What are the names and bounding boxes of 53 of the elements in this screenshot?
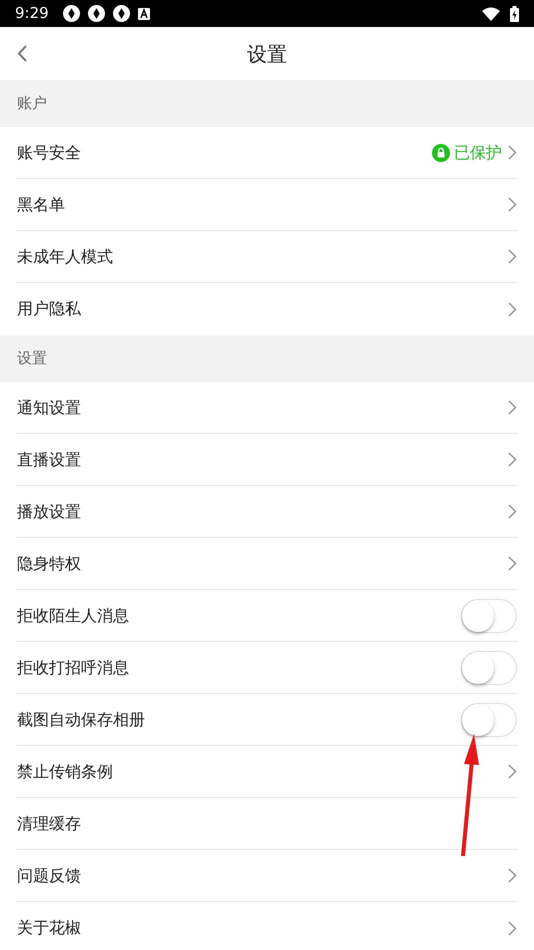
row-label: 账号安全 (17, 142, 81, 164)
chevron-icon (508, 920, 517, 936)
settings-row[interactable]: 账号安全 已保护 (17, 127, 517, 179)
row-label: 问题反馈 (17, 864, 81, 886)
keyboard-icon (138, 8, 150, 20)
settings-row[interactable]: 未成年人模式 (17, 231, 517, 283)
chevron-icon (508, 249, 517, 264)
settings-row[interactable]: 问题反馈 (17, 850, 517, 902)
row-label: 清理缓存 (17, 812, 81, 834)
settings-row[interactable]: 拒收打招呼消息 (17, 642, 517, 694)
chevron-icon (508, 197, 517, 212)
lock-icon (432, 144, 450, 162)
chevron-icon (508, 504, 517, 519)
settings-row[interactable]: 播放设置 (17, 486, 517, 538)
toggle-switch[interactable] (461, 650, 517, 684)
settings-row[interactable]: 隐身特权 (17, 538, 517, 590)
settings-row[interactable]: 通知设置 (17, 382, 517, 434)
back-icon[interactable] (17, 45, 28, 62)
row-label: 播放设置 (17, 500, 81, 522)
chevron-icon (508, 400, 517, 415)
status-time: 9:29 (15, 3, 49, 24)
chevron-icon (508, 868, 517, 883)
settings-row[interactable]: 截图自动保存相册 (17, 694, 517, 746)
toggle-switch[interactable] (461, 702, 517, 736)
settings-row[interactable]: 拒收陌生人消息 (17, 590, 517, 642)
chevron-icon (508, 764, 517, 779)
battery-icon (510, 6, 519, 22)
row-label: 未成年人模式 (17, 246, 113, 268)
status-text: 已保护 (454, 142, 502, 164)
toggle-switch[interactable] (461, 598, 517, 632)
row-label: 直播设置 (17, 448, 81, 470)
row-label: 通知设置 (17, 396, 81, 418)
settings-row[interactable]: 清理缓存 (17, 798, 517, 850)
wifi-icon (482, 6, 500, 20)
section-header: 账户 (17, 93, 47, 114)
page-title: 设置 (247, 40, 287, 68)
row-label: 关于花椒 (17, 917, 81, 939)
row-label: 拒收打招呼消息 (17, 656, 129, 678)
row-label: 隐身特权 (17, 552, 81, 574)
section-header: 设置 (17, 348, 47, 370)
settings-row[interactable]: 关于花椒 (17, 902, 517, 950)
row-label: 禁止传销条例 (17, 760, 113, 782)
chevron-icon (508, 145, 517, 160)
settings-row[interactable]: 黑名单 (17, 179, 517, 231)
chevron-icon (508, 302, 517, 316)
row-label: 截图自动保存相册 (17, 708, 145, 730)
row-label: 用户隐私 (17, 298, 81, 320)
chevron-icon (508, 556, 517, 571)
settings-row[interactable]: 直播设置 (17, 434, 517, 486)
row-label: 黑名单 (17, 194, 65, 216)
settings-row[interactable]: 用户隐私 (17, 283, 517, 335)
row-label: 拒收陌生人消息 (17, 604, 129, 626)
chevron-icon (508, 452, 517, 467)
